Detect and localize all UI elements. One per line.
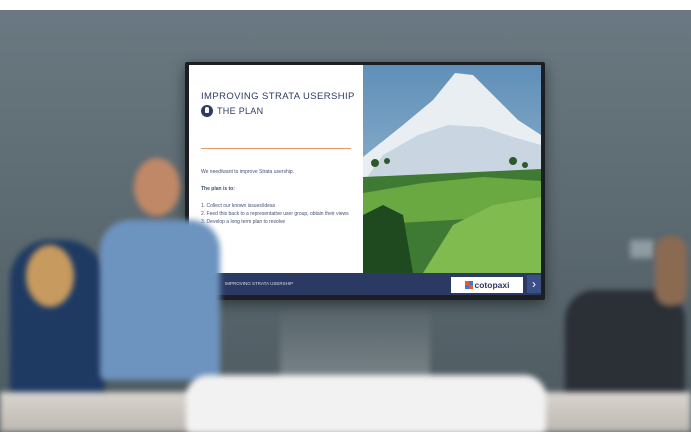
- cotopaxi-logo-icon: [464, 281, 473, 289]
- seated-person-right: [565, 290, 685, 400]
- plan-step-1: 1. Collect our known issues/ideas: [201, 203, 276, 209]
- footer-label: IMPROVING STRATA USERSHIP: [225, 281, 294, 286]
- title-divider: [201, 148, 351, 149]
- projector-light-beam: [280, 305, 430, 385]
- mountain-photo: [363, 65, 541, 273]
- projector: [186, 375, 546, 433]
- brand-name: cotopaxi: [474, 280, 510, 290]
- wall-display: IMPROVING STRATA USERSHIP THE PLAN We ne…: [185, 62, 545, 300]
- intro-text: We need/want to improve Strata usership.: [201, 169, 295, 175]
- lightbulb-icon: [201, 105, 213, 117]
- plan-step-2: 2. Feed this back to a representative us…: [201, 211, 349, 217]
- slide-title: IMPROVING STRATA USERSHIP: [201, 91, 355, 102]
- seated-person-left-head: [26, 245, 74, 307]
- mountain-landscape-image: [363, 65, 541, 273]
- presenter-head: [134, 158, 180, 216]
- plan-heading: The plan is to:: [201, 186, 235, 192]
- plan-step-3: 3. Develop a long term plan to resolve: [201, 219, 286, 225]
- wall-socket: [630, 240, 654, 258]
- seated-person-right-head: [655, 236, 687, 306]
- image-border-top: [0, 0, 691, 10]
- presenter-body: [100, 220, 220, 380]
- brand-logo: cotopaxi: [451, 277, 523, 293]
- plan-heading-row: THE PLAN: [201, 105, 263, 117]
- slide-subtitle: THE PLAN: [217, 106, 264, 116]
- presentation-slide: IMPROVING STRATA USERSHIP THE PLAN We ne…: [189, 65, 541, 295]
- slide-footer: IMPROVING STRATA USERSHIP cotopaxi ›: [189, 273, 541, 295]
- image-border-bottom: [0, 432, 691, 438]
- next-slide-button[interactable]: ›: [527, 275, 541, 293]
